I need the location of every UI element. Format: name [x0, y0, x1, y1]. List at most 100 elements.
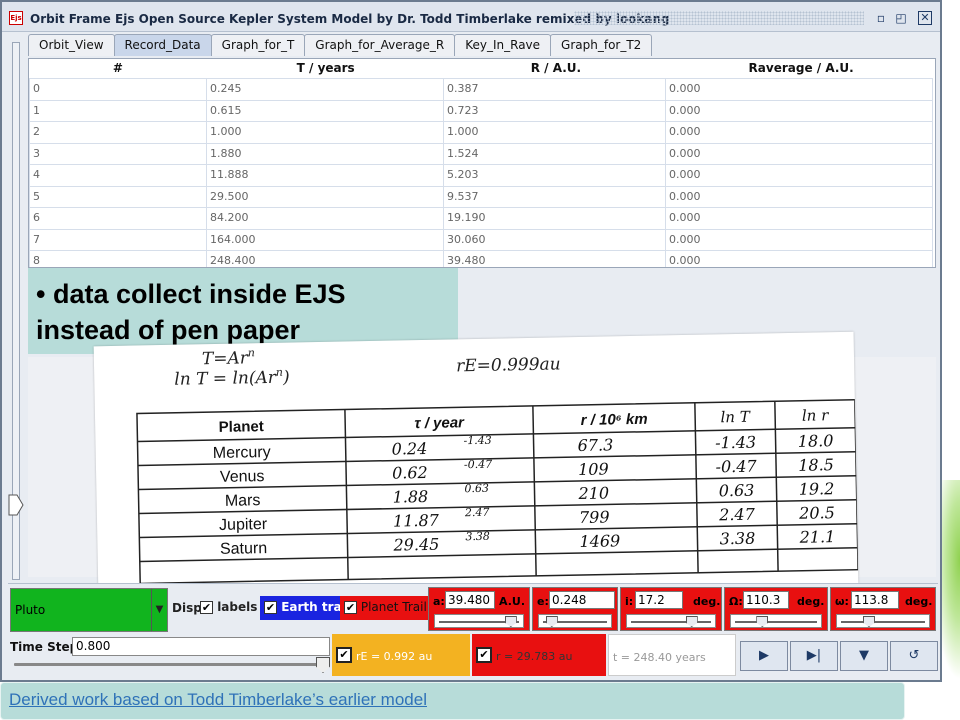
argument-periapsis-slider[interactable]	[836, 614, 930, 628]
slider-thumb[interactable]	[545, 616, 558, 627]
minimize-icon[interactable]: ▫	[874, 11, 888, 25]
step-button[interactable]: ▶|	[790, 641, 838, 671]
radius-cell[interactable]: 19.190	[443, 207, 666, 230]
tab-record-data[interactable]: Record_Data	[113, 34, 212, 56]
tab-orbit-view[interactable]: Orbit_View	[28, 34, 115, 56]
table-row[interactable]: 1 0.615 0.723 0.000	[29, 99, 935, 122]
raverage-cell[interactable]: 0.000	[665, 185, 933, 208]
raverage-cell[interactable]: 0.000	[665, 78, 933, 101]
slider-thumb[interactable]	[685, 616, 698, 627]
period-cell[interactable]: 11.888	[206, 164, 444, 187]
radius-cell[interactable]: 30.060	[443, 228, 666, 251]
index-cell[interactable]: 1	[29, 99, 207, 122]
raverage-cell[interactable]: 0.000	[665, 99, 933, 122]
period-cell[interactable]: 248.400	[206, 250, 444, 267]
raverage-cell[interactable]: 0.000	[665, 121, 933, 144]
index-cell[interactable]: 8	[29, 250, 207, 267]
radius-cell[interactable]: 39.480	[443, 250, 666, 267]
tab-key-in-rave[interactable]: Key_In_Rave	[454, 34, 552, 56]
table-row[interactable]: 0 0.245 0.387 0.000	[29, 78, 935, 101]
earth-trail-checkbox[interactable]: ✔	[264, 601, 277, 614]
index-cell[interactable]: 2	[29, 121, 207, 144]
labels-checkbox[interactable]: ✔	[200, 601, 213, 614]
raverage-cell[interactable]: 0.000	[665, 164, 933, 187]
slider-thumb[interactable]	[862, 616, 875, 627]
slider-thumb[interactable]	[504, 616, 517, 627]
table-row[interactable]: 5 29.500 9.537 0.000	[29, 185, 935, 208]
raverage-cell[interactable]: 0.000	[665, 207, 933, 230]
chevron-down-icon[interactable]: ▼	[151, 589, 167, 631]
planet-select[interactable]: Pluto ▼	[10, 588, 168, 632]
re-checkbox[interactable]: ✔	[336, 647, 352, 663]
planet-trail-checkbox-group[interactable]: ✔ Planet Trail	[340, 596, 431, 620]
play-button[interactable]: ▶	[740, 641, 788, 671]
radius-cell[interactable]: 9.537	[443, 185, 666, 208]
period-cell[interactable]: 1.000	[206, 121, 444, 144]
credit-link[interactable]: Derived work based on Todd Timberlake’s …	[9, 690, 427, 710]
table-row[interactable]: 6 84.200 19.190 0.000	[29, 207, 935, 230]
raverage-cell[interactable]: 0.000	[665, 142, 933, 165]
table-row[interactable]: 8 248.400 39.480 0.000	[29, 250, 935, 267]
labels-checkbox-label: labels	[217, 600, 258, 614]
time-step-slider[interactable]	[14, 657, 330, 673]
inclination-slider[interactable]	[626, 614, 716, 628]
semimajor-axis-input[interactable]: 39.480	[445, 591, 495, 609]
period-cell[interactable]: 29.500	[206, 185, 444, 208]
column-header-radius[interactable]: R / A.U.	[445, 59, 668, 78]
column-header-index[interactable]: #	[29, 59, 207, 78]
radius-cell[interactable]: 0.723	[443, 99, 666, 122]
maximize-icon[interactable]: ◰	[894, 11, 908, 25]
tab-graph-for-average-r[interactable]: Graph_for_Average_R	[304, 34, 456, 56]
labels-checkbox-group[interactable]: ✔ labels	[200, 600, 257, 614]
column-header-period[interactable]: T / years	[207, 59, 445, 78]
param-label: e:	[537, 595, 549, 608]
sheet-header-lnr: ln r	[802, 406, 830, 425]
ascending-node-input[interactable]: 110.3	[743, 591, 789, 609]
period-cell[interactable]: 1.880	[206, 142, 444, 165]
tab-graph-for-t2[interactable]: Graph_for_T2	[550, 34, 653, 56]
period-cell[interactable]: 84.200	[206, 207, 444, 230]
radius-cell[interactable]: 1.524	[443, 142, 666, 165]
table-row[interactable]: 4 11.888 5.203 0.000	[29, 164, 935, 187]
raverage-cell[interactable]: 0.000	[665, 250, 933, 267]
time-step-input[interactable]: 0.800	[72, 637, 330, 656]
table-row[interactable]: 7 164.000 30.060 0.000	[29, 228, 935, 251]
semimajor-axis-slider[interactable]	[434, 614, 524, 628]
sheet-period-value: 11.87	[393, 511, 440, 531]
radius-cell[interactable]: 5.203	[443, 164, 666, 187]
index-cell[interactable]: 0	[29, 78, 207, 101]
sheet-period-value: 29.45	[392, 535, 439, 555]
index-cell[interactable]: 3	[29, 142, 207, 165]
index-cell[interactable]: 5	[29, 185, 207, 208]
close-icon[interactable]: ✕	[918, 11, 932, 25]
period-cell[interactable]: 164.000	[206, 228, 444, 251]
ascending-node-slider[interactable]	[730, 614, 822, 628]
raverage-cell[interactable]: 0.000	[665, 228, 933, 251]
period-cell[interactable]: 0.615	[206, 99, 444, 122]
tab-graph-for-t[interactable]: Graph_for_T	[210, 34, 306, 56]
table-row[interactable]: 2 1.000 1.000 0.000	[29, 121, 935, 144]
table-row[interactable]: 3 1.880 1.524 0.000	[29, 142, 935, 165]
radius-cell[interactable]: 0.387	[443, 78, 666, 101]
sheet-header-lnt: ln T	[720, 408, 751, 427]
slider-thumb[interactable]	[756, 616, 769, 627]
time-step-slider-thumb[interactable]	[316, 657, 330, 673]
radius-cell[interactable]: 1.000	[443, 121, 666, 144]
reset-button[interactable]: ↺	[890, 641, 938, 671]
param-label: i:	[625, 595, 634, 608]
r-checkbox[interactable]: ✔	[476, 647, 492, 663]
index-cell[interactable]: 4	[29, 164, 207, 187]
planet-trail-checkbox[interactable]: ✔	[344, 601, 357, 614]
eccentricity-slider[interactable]	[538, 614, 612, 628]
play-icon: ▶	[759, 648, 769, 663]
eccentricity-input[interactable]: 0.248	[549, 591, 615, 609]
splitter-handle-icon[interactable]	[8, 494, 24, 516]
column-header-raverage[interactable]: Raverage / A.U.	[667, 59, 935, 78]
index-cell[interactable]: 7	[29, 228, 207, 251]
credit-bar: Derived work based on Todd Timberlake’s …	[0, 682, 905, 720]
inclination-input[interactable]: 17.2	[635, 591, 683, 609]
period-cell[interactable]: 0.245	[206, 78, 444, 101]
index-cell[interactable]: 6	[29, 207, 207, 230]
argument-periapsis-input[interactable]: 113.8	[851, 591, 899, 609]
options-button[interactable]: ▼	[840, 641, 888, 671]
